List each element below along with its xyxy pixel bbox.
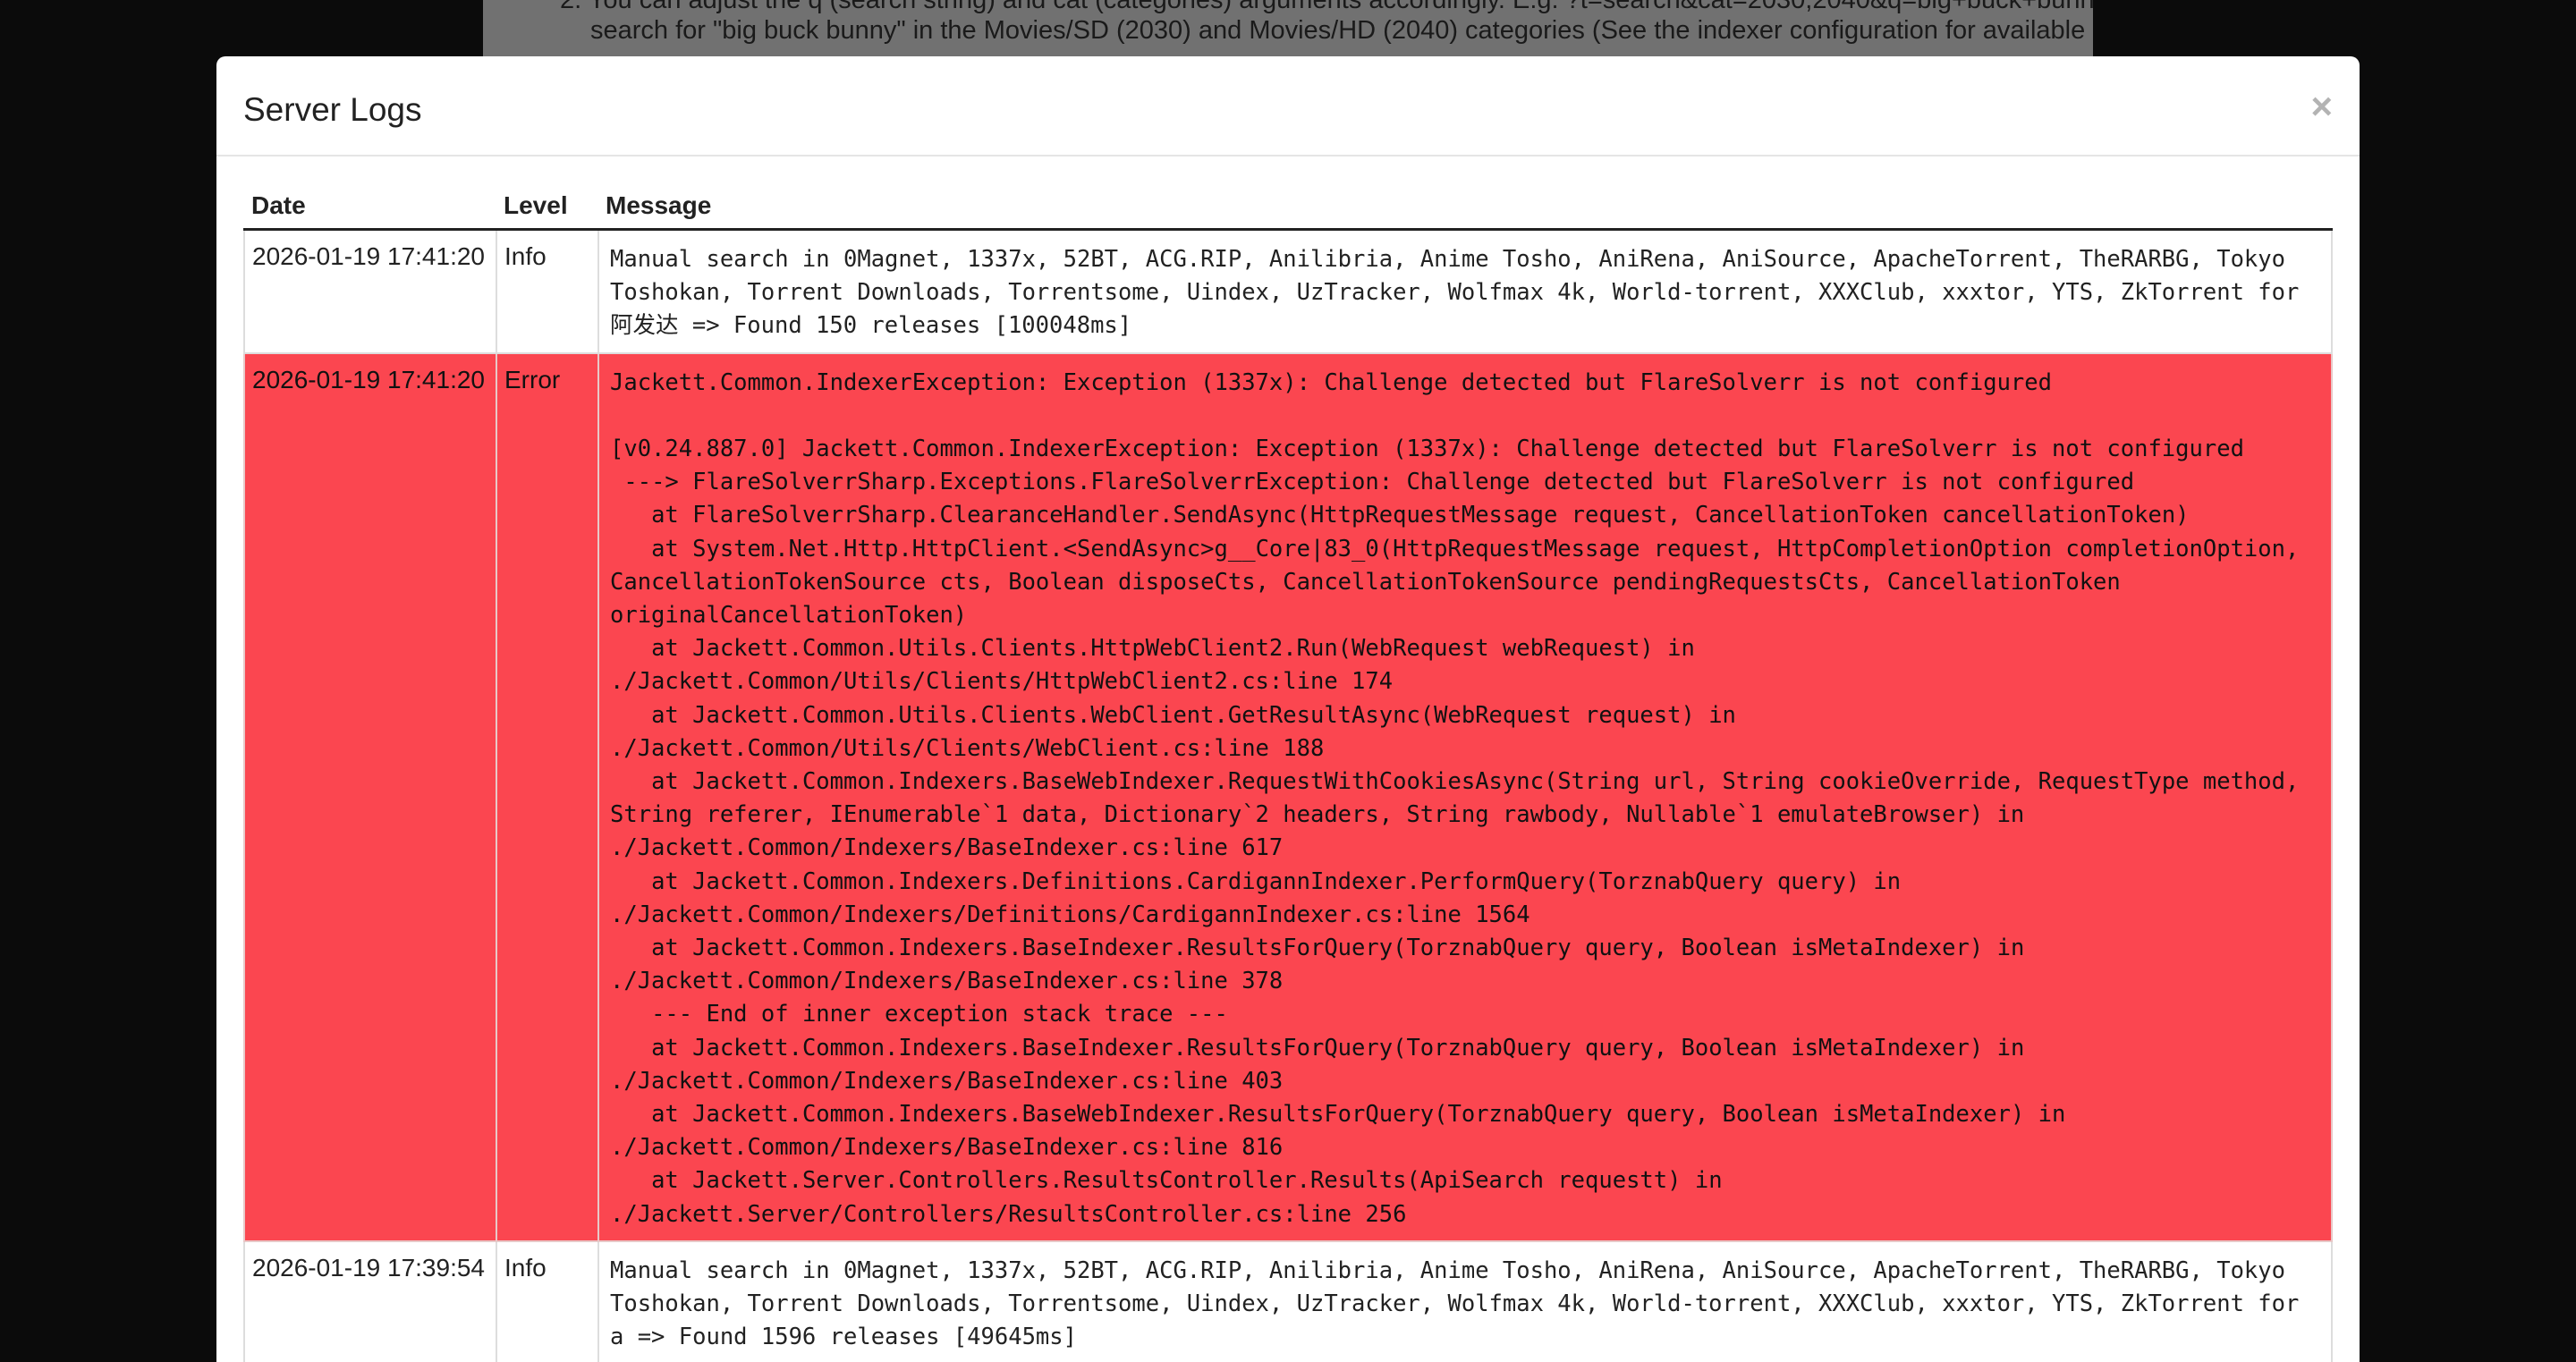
- log-message: Manual search in 0Magnet, 1337x, 52BT, A…: [597, 228, 2333, 354]
- log-message: Jackett.Common.IndexerException: Excepti…: [597, 351, 2333, 1242]
- column-header-date: Date: [244, 182, 496, 231]
- log-level: Info: [496, 1239, 599, 1362]
- background-text-line: search for "big buck bunny" in the Movie…: [590, 16, 2086, 45]
- background-page: 2. You can adjust the q (search string) …: [483, 0, 2093, 59]
- log-message: Manual search in 0Magnet, 1337x, 52BT, A…: [597, 1239, 2333, 1362]
- table-header-row: Date Level Message: [244, 182, 2332, 231]
- table-row: 2026-01-19 17:41:20 Info Manual search i…: [243, 228, 2333, 354]
- server-logs-modal: Server Logs × Date Level Message 2026-01…: [216, 56, 2360, 1362]
- close-button[interactable]: ×: [2310, 80, 2333, 133]
- modal-body: Date Level Message 2026-01-19 17:41:20 I…: [243, 157, 2333, 1362]
- logs-table: Date Level Message 2026-01-19 17:41:20 I…: [243, 182, 2333, 1362]
- log-level: Info: [496, 228, 599, 354]
- modal-header: Server Logs ×: [216, 56, 2360, 157]
- table-row: 2026-01-19 17:39:54 Info Manual search i…: [243, 1239, 2333, 1362]
- modal-title: Server Logs: [243, 91, 422, 128]
- log-level: Error: [496, 351, 599, 1242]
- table-row: 2026-01-19 17:41:20 Error Jackett.Common…: [243, 351, 2333, 1242]
- log-date: 2026-01-19 17:41:20: [243, 351, 497, 1242]
- column-header-level: Level: [496, 182, 598, 231]
- column-header-message: Message: [598, 182, 2332, 231]
- log-date: 2026-01-19 17:39:54: [243, 1239, 497, 1362]
- log-date: 2026-01-19 17:41:20: [243, 228, 497, 354]
